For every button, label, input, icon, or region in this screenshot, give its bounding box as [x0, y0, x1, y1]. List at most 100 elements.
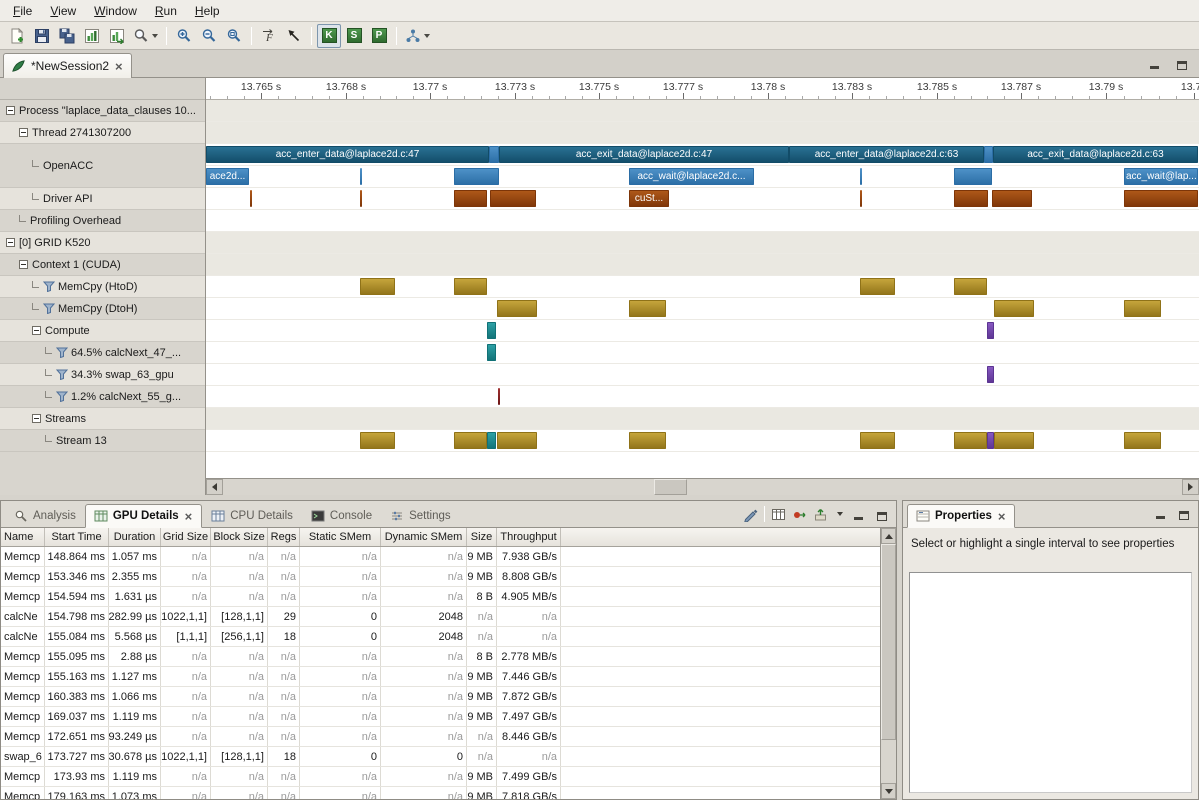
interval-openacc-top[interactable]: acc_enter_data@laplace2d.c:63: [789, 146, 984, 163]
interval-driver-api[interactable]: [954, 190, 988, 207]
interval-memcpy-dtoh[interactable]: [629, 300, 666, 317]
menu-help[interactable]: Help: [186, 1, 229, 21]
interval-memcpy-htod[interactable]: [360, 278, 395, 295]
interval-stream-13[interactable]: [954, 432, 987, 449]
filter-icon[interactable]: [56, 391, 68, 402]
hscroll-track[interactable]: [223, 479, 1182, 495]
interval-memcpy-dtoh[interactable]: [497, 300, 537, 317]
next-marker-button[interactable]: F: [257, 24, 281, 48]
interval-kernel-calcnext55[interactable]: [498, 388, 500, 405]
zoom-out-button[interactable]: [197, 24, 221, 48]
interval-driver-api[interactable]: [1124, 190, 1198, 207]
highlight-interval-icon[interactable]: [792, 507, 807, 522]
table-row[interactable]: calcNe155.084 ms5.568 µs[1,1,1][256,1,1]…: [1, 627, 880, 647]
interval-openacc-top[interactable]: acc_exit_data@laplace2d.c:63: [993, 146, 1198, 163]
column-static-smem[interactable]: Static SMem: [300, 528, 381, 546]
column-size[interactable]: Size: [467, 528, 497, 546]
menu-window[interactable]: Window: [85, 1, 146, 21]
table-row[interactable]: Memcp153.346 ms2.355 msn/an/an/an/an/a9 …: [1, 567, 880, 587]
interval-openacc-top[interactable]: [984, 146, 993, 163]
run-analysis-caret-icon[interactable]: [424, 34, 430, 38]
interval-openacc-sub[interactable]: [360, 168, 362, 185]
maximize-details-button[interactable]: [873, 507, 891, 522]
tab-settings[interactable]: Settings: [381, 504, 460, 528]
interval-stream-13[interactable]: [360, 432, 395, 449]
tree-item-process-laplace-data-clauses-10[interactable]: Process "laplace_data_clauses 10...: [0, 100, 205, 122]
collapse-icon[interactable]: [19, 260, 28, 269]
properties-tab-close-icon[interactable]: ×: [997, 510, 1007, 523]
menu-file[interactable]: File: [4, 1, 41, 21]
tree-item-thread-2741307200[interactable]: Thread 2741307200: [0, 122, 205, 144]
table-row[interactable]: Memcp155.163 ms1.127 msn/an/an/an/an/a9 …: [1, 667, 880, 687]
table-row[interactable]: Memcp155.095 ms2.88 µsn/an/an/an/an/a8 B…: [1, 647, 880, 667]
interval-kernel-calcnext47[interactable]: [487, 344, 496, 361]
interval-openacc-sub[interactable]: acc_wait@laplace2d.c...: [629, 168, 754, 185]
timeline-hscrollbar[interactable]: [206, 478, 1199, 495]
interval-stream-13[interactable]: [1124, 432, 1161, 449]
filter-icon[interactable]: [56, 369, 68, 380]
export-table-icon[interactable]: [813, 507, 828, 522]
tree-item-context-1-cuda[interactable]: Context 1 (CUDA): [0, 254, 205, 276]
minimize-properties-button[interactable]: [1151, 506, 1169, 521]
table-row[interactable]: Memcp179.163 ms1.073 msn/an/an/an/an/a9 …: [1, 787, 880, 799]
table-row[interactable]: Memcp172.651 ms93.249 µsn/an/an/an/an/an…: [1, 727, 880, 747]
interval-openacc-sub[interactable]: [860, 168, 862, 185]
tree-item-streams[interactable]: Streams: [0, 408, 205, 430]
menu-run[interactable]: Run: [146, 1, 186, 21]
tab-analysis[interactable]: Analysis: [5, 504, 85, 528]
tree-item-compute[interactable]: Compute: [0, 320, 205, 342]
interval-openacc-sub[interactable]: ace2d...: [206, 168, 249, 185]
column-regs[interactable]: Regs: [268, 528, 300, 546]
interval-stream-13[interactable]: [860, 432, 895, 449]
hscroll-thumb[interactable]: [654, 479, 687, 495]
vscroll-thumb[interactable]: [881, 544, 896, 740]
tab-gpu-details[interactable]: GPU Details×: [85, 504, 202, 528]
interval-driver-api[interactable]: [992, 190, 1032, 207]
collapse-icon[interactable]: [6, 106, 15, 115]
export-profile-button[interactable]: [105, 24, 129, 48]
column-start-time[interactable]: Start Time: [45, 528, 109, 546]
interval-stream-13[interactable]: [454, 432, 487, 449]
collapse-icon[interactable]: [32, 326, 41, 335]
interval-compute[interactable]: [987, 322, 994, 339]
column-block-size[interactable]: Block Size: [211, 528, 268, 546]
interval-compute[interactable]: [487, 322, 496, 339]
tree-item-profiling-overhead[interactable]: Profiling Overhead: [0, 210, 205, 232]
interval-memcpy-dtoh[interactable]: [994, 300, 1034, 317]
interval-driver-api[interactable]: [454, 190, 487, 207]
run-analysis-button[interactable]: [402, 24, 433, 48]
interval-openacc-sub[interactable]: [954, 168, 992, 185]
prev-marker-button[interactable]: [282, 24, 306, 48]
interval-openacc-top[interactable]: acc_exit_data@laplace2d.c:47: [499, 146, 789, 163]
tree-item-memcpy-dtoh[interactable]: MemCpy (DtoH): [0, 298, 205, 320]
interval-driver-api[interactable]: cuSt...: [629, 190, 669, 207]
minimize-details-button[interactable]: [849, 507, 867, 522]
session-tab[interactable]: *NewSession2 ×: [3, 53, 132, 78]
column-grid-size[interactable]: Grid Size: [161, 528, 211, 546]
tree-item-driver-api[interactable]: Driver API: [0, 188, 205, 210]
scroll-up-button[interactable]: [881, 528, 896, 544]
menu-view[interactable]: View: [41, 1, 85, 21]
table-row[interactable]: calcNe154.798 ms282.99 µs[1022,1,1][128,…: [1, 607, 880, 627]
interval-kernel-swap63[interactable]: [987, 366, 994, 383]
tree-item-stream-13[interactable]: Stream 13: [0, 430, 205, 452]
interval-openacc-sub[interactable]: acc_wait@lap...: [1124, 168, 1198, 185]
table-row[interactable]: Memcp154.594 ms1.631 µsn/an/an/an/an/a8 …: [1, 587, 880, 607]
column-name[interactable]: Name: [1, 528, 45, 546]
tree-item-openacc[interactable]: OpenACC: [0, 144, 205, 188]
interval-driver-api[interactable]: [250, 190, 252, 207]
tree-item-64-5-calcnext-47[interactable]: 64.5% calcNext_47_...: [0, 342, 205, 364]
collapse-icon[interactable]: [32, 414, 41, 423]
interval-memcpy-htod[interactable]: [860, 278, 895, 295]
collapse-icon[interactable]: [6, 238, 15, 247]
save-button[interactable]: [30, 24, 54, 48]
collapse-icon[interactable]: [19, 128, 28, 137]
filter-icon[interactable]: [56, 347, 68, 358]
column-dynamic-smem[interactable]: Dynamic SMem: [381, 528, 467, 546]
tab-console[interactable]: Console: [302, 504, 381, 528]
interval-driver-api[interactable]: [360, 190, 362, 207]
edit-metrics-icon[interactable]: [743, 507, 758, 522]
tab-properties[interactable]: Properties ×: [907, 504, 1015, 528]
view-menu-caret-icon[interactable]: [837, 512, 843, 516]
tree-item-0-grid-k520[interactable]: [0] GRID K520: [0, 232, 205, 254]
